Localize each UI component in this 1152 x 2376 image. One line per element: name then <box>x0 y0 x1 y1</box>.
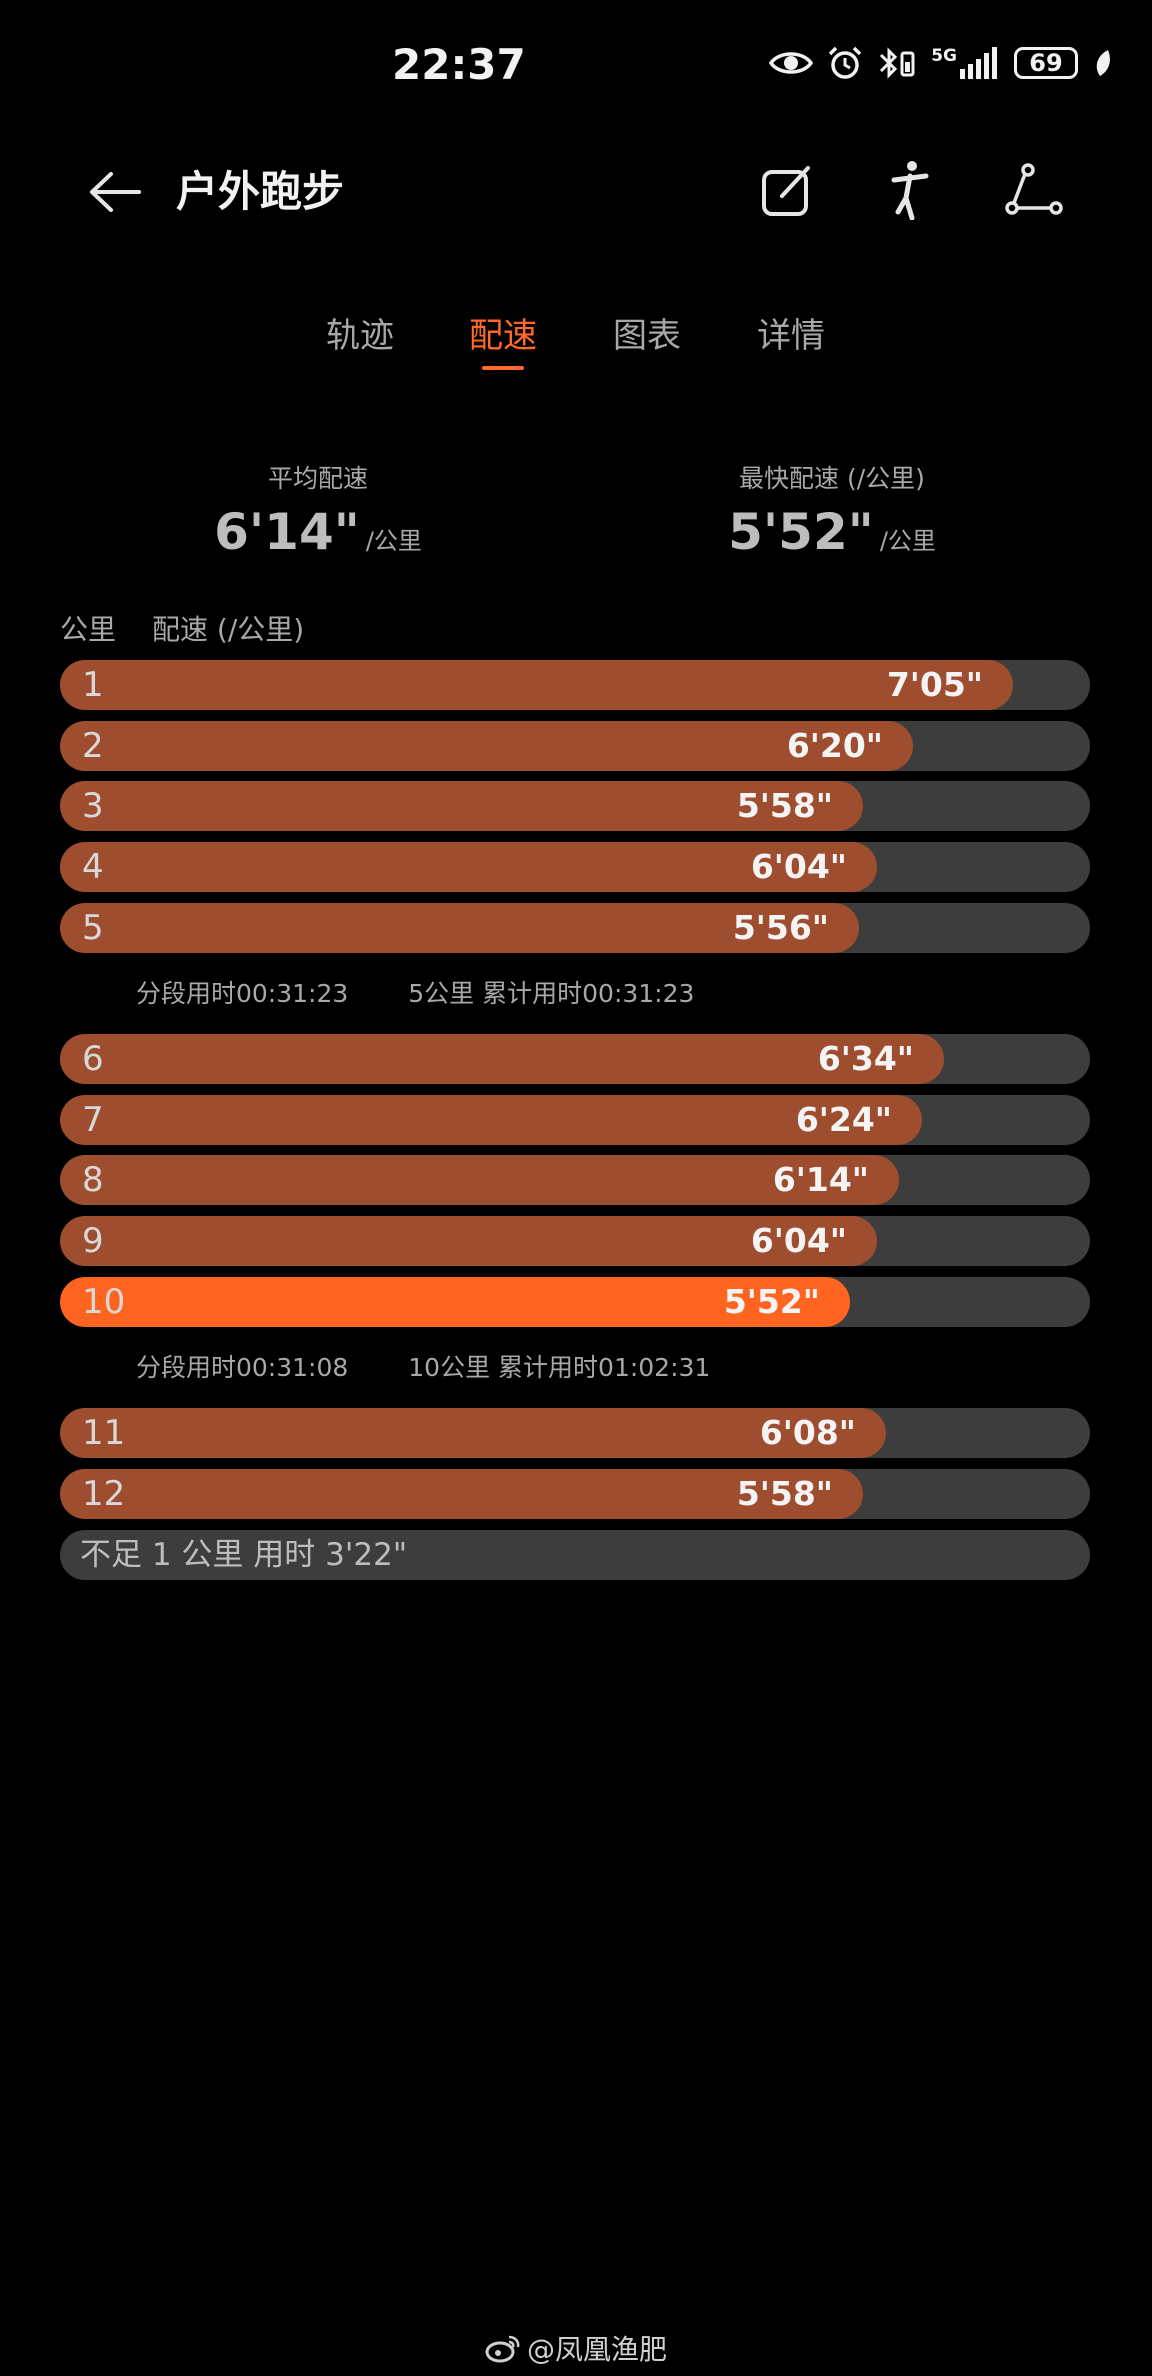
split-row: 12 5'58" <box>60 1469 1090 1519</box>
fastest-pace-label: 最快配速 (/公里) <box>739 464 925 493</box>
status-time: 22:37 <box>392 40 526 89</box>
split-km-number: 11 <box>82 1413 126 1453</box>
route-share-icon <box>1005 163 1063 215</box>
back-button[interactable] <box>84 164 144 220</box>
remainder-text: 不足 1 公里 用时 3'22" <box>80 1537 408 1573</box>
signal-group: 5G <box>931 47 1000 79</box>
split-pace-value: 6'24" <box>795 1100 892 1139</box>
alarm-icon <box>827 46 863 80</box>
status-icons: 5G 69 <box>769 46 1112 80</box>
split-row: 10 5'52" <box>60 1277 1090 1327</box>
tab-track-label: 轨迹 <box>326 316 394 356</box>
split-km-number: 7 <box>82 1100 104 1140</box>
signal-icon <box>960 47 997 79</box>
split-pace-value: 6'34" <box>817 1039 914 1078</box>
eye-icon <box>769 48 814 78</box>
split-row: 7 6'24" <box>60 1095 1090 1145</box>
split-pace-value: 6'14" <box>772 1160 869 1199</box>
split-km-number: 8 <box>82 1160 104 1200</box>
split-pace-value: 5'56" <box>732 908 829 947</box>
split-row: 8 6'14" <box>60 1155 1090 1205</box>
split-pace-value: 5'52" <box>723 1282 820 1321</box>
split-km-number: 12 <box>82 1474 126 1514</box>
avg-pace-label: 平均配速 <box>267 464 368 493</box>
segment-split-time: 分段用时00:31:23 <box>136 979 349 1008</box>
bluetooth-battery-icon <box>877 46 917 80</box>
segment-summary: 分段用时00:31:08 10公里 累计用时01:02:31 <box>136 1351 710 1385</box>
split-pace-value: 6'04" <box>750 1221 847 1260</box>
split-row: 2 6'20" <box>60 721 1090 771</box>
fastest-pace-summary: 最快配速 (/公里) 5'52"/公里 <box>652 462 1012 572</box>
split-row: 9 6'04" <box>60 1216 1090 1266</box>
tab-active-indicator <box>482 366 524 370</box>
split-km-number: 9 <box>82 1221 104 1261</box>
segment-cumulative-time: 5公里 累计用时00:31:23 <box>408 979 695 1008</box>
tab-details[interactable]: 详情 <box>736 310 846 362</box>
split-pace-value: 5'58" <box>736 786 833 825</box>
split-km-number: 3 <box>82 786 104 826</box>
runner-pose-icon <box>891 161 929 220</box>
tab-chart-label: 图表 <box>613 316 681 356</box>
split-row: 3 5'58" <box>60 781 1090 831</box>
fastest-pace-unit: /公里 <box>879 527 936 555</box>
segment-cumulative-time: 10公里 累计用时01:02:31 <box>408 1353 711 1382</box>
share-route-button[interactable] <box>1002 158 1066 222</box>
split-row: 11 6'08" <box>60 1408 1090 1458</box>
edit-button[interactable] <box>756 158 820 222</box>
split-km-number: 5 <box>82 908 104 948</box>
segment-split-time: 分段用时00:31:08 <box>136 1353 349 1382</box>
edit-icon <box>762 166 810 216</box>
split-km-number: 6 <box>82 1039 104 1079</box>
split-row: 6 6'34" <box>60 1034 1090 1084</box>
watermark: @凤凰渔肥 <box>0 2328 1152 2368</box>
split-pace-value: 7'05" <box>886 665 983 704</box>
tab-chart[interactable]: 图表 <box>592 310 702 362</box>
back-arrow-icon <box>90 172 141 212</box>
split-km-number: 10 <box>82 1282 126 1322</box>
pace-column-header: 配速 (/公里) <box>152 613 305 646</box>
tab-track[interactable]: 轨迹 <box>305 310 415 362</box>
weibo-logo-icon <box>485 2335 520 2363</box>
split-km-number: 2 <box>82 726 104 766</box>
split-pace-value: 6'20" <box>786 726 883 765</box>
page-title: 户外跑步 <box>176 167 345 216</box>
tab-bar: 轨迹 配速 图表 详情 <box>0 310 1152 372</box>
fastest-pace-value: 5'52" <box>728 503 874 561</box>
tab-details-label: 详情 <box>757 316 825 356</box>
split-row: 1 7'05" <box>60 660 1090 710</box>
split-km-number: 1 <box>82 665 104 705</box>
split-km-number: 4 <box>82 847 104 887</box>
split-pace-value: 6'08" <box>759 1413 856 1452</box>
splits-header: 公里 配速 (/公里) <box>60 612 304 648</box>
network-type: 5G <box>931 46 957 66</box>
watermark-text: @凤凰渔肥 <box>526 2333 667 2366</box>
split-row: 4 6'04" <box>60 842 1090 892</box>
split-row: 5 5'56" <box>60 903 1090 953</box>
avg-pace-summary: 平均配速 6'14"/公里 <box>138 462 498 572</box>
avg-pace-value: 6'14" <box>214 503 360 561</box>
workout-pose-button[interactable] <box>878 158 942 222</box>
split-pace-value: 6'04" <box>750 847 847 886</box>
avg-pace-unit: /公里 <box>365 527 422 555</box>
battery-indicator: 69 <box>1014 47 1078 79</box>
split-pace-value: 5'58" <box>736 1474 833 1513</box>
segment-summary: 分段用时00:31:23 5公里 累计用时00:31:23 <box>136 977 694 1011</box>
tab-pace[interactable]: 配速 <box>448 310 558 370</box>
tab-pace-label: 配速 <box>469 316 537 356</box>
remainder-row: 不足 1 公里 用时 3'22" <box>60 1530 1090 1580</box>
km-column-header: 公里 <box>60 613 117 646</box>
leaf-icon <box>1092 48 1112 78</box>
